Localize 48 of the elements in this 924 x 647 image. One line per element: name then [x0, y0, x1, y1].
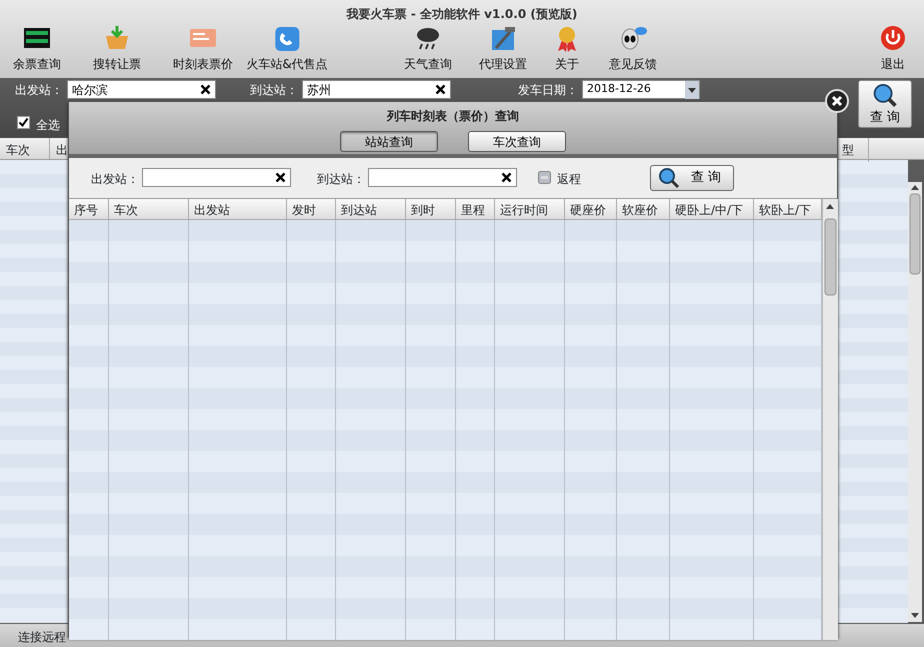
field-label: 返程 — [557, 171, 581, 188]
toolbar-button[interactable]: 关于 — [552, 24, 582, 73]
window-title: 我要火车票 - 全功能软件 v1.0.0 (预览版) — [345, 6, 578, 23]
clear-icon[interactable] — [435, 84, 446, 95]
column-header: 发时 — [287, 199, 336, 219]
field-label: 出发站： — [15, 82, 63, 99]
search-icon — [657, 167, 681, 189]
column-header: 到达站 — [336, 199, 406, 219]
column-header: 出发站 — [189, 199, 287, 219]
search-button[interactable]: 查 询 — [858, 80, 912, 128]
column-header: 里程 — [456, 199, 495, 219]
column-header: 序号 — [69, 199, 109, 219]
field-label: 发车日期： — [518, 82, 578, 99]
input-field[interactable]: 苏州 — [302, 80, 451, 99]
clear-icon[interactable] — [501, 172, 512, 183]
checkbox[interactable] — [538, 171, 551, 184]
clear-icon[interactable] — [275, 172, 286, 183]
checkbox[interactable] — [17, 116, 30, 129]
column-header: 车次 — [109, 199, 189, 219]
toolbar-button[interactable]: 火车站&代售点 — [246, 24, 328, 73]
input-field[interactable] — [368, 168, 517, 187]
column-header: 硬座价 — [565, 199, 617, 219]
dialog-title: 列车时刻表（票价）查询 — [387, 108, 519, 125]
close-icon — [831, 95, 843, 107]
date-dropdown[interactable]: 2018-12-26 — [582, 80, 700, 99]
column-header: 软座价 — [617, 199, 670, 219]
clear-icon[interactable] — [200, 84, 211, 95]
column-header: 硬卧上/中/下 — [670, 199, 754, 219]
field-label: 到达站： — [250, 82, 298, 99]
column-header: 到时 — [406, 199, 456, 219]
search-button[interactable]: 查 询 — [650, 165, 734, 191]
column-header: 车次 — [0, 138, 50, 159]
toolbar-button[interactable]: 意见反馈 — [609, 24, 657, 73]
field-label: 出发站： — [91, 171, 139, 188]
field-label: 全选 — [36, 117, 60, 134]
toolbar-button[interactable]: 天气查询 — [404, 24, 452, 73]
toolbar-button[interactable]: 时刻表票价 — [173, 24, 233, 73]
field-label: 到达站： — [317, 171, 365, 188]
toolbar-button[interactable]: 退出 — [878, 24, 908, 73]
tab[interactable]: 车次查询 — [468, 131, 566, 152]
power-icon — [878, 24, 908, 52]
input-field[interactable] — [142, 168, 291, 187]
toolbar-button[interactable]: 余票查询 — [13, 24, 61, 73]
tab[interactable]: 站站查询 — [340, 131, 438, 152]
toolbar-button[interactable]: 搜转让票 — [93, 24, 141, 73]
column-header: 运行时间 — [495, 199, 565, 219]
input-field[interactable]: 哈尔滨 — [67, 80, 216, 99]
toolbar-button[interactable]: 代理设置 — [479, 24, 527, 73]
